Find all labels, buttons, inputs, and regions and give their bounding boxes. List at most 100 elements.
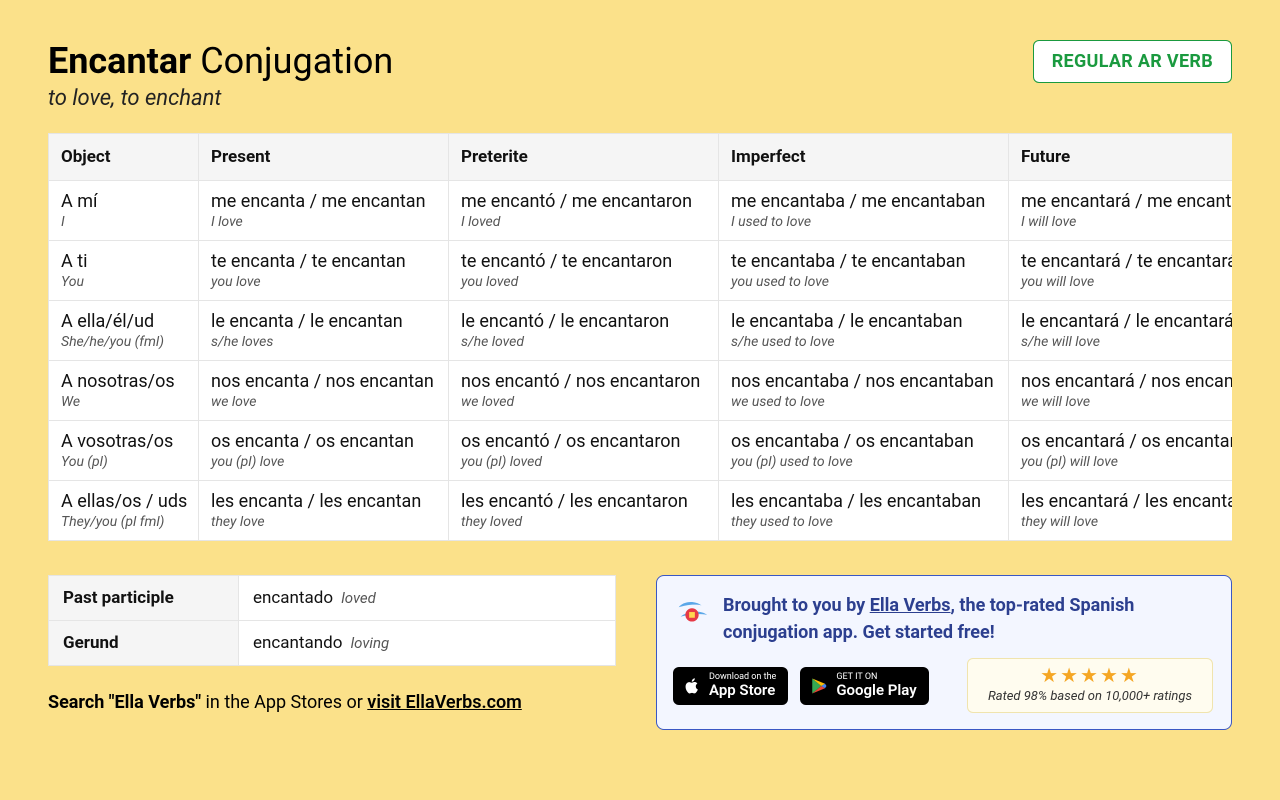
table-row: A tiYoute encanta / te encantanyou lovet… xyxy=(49,241,1233,301)
apple-icon xyxy=(683,675,701,697)
cell-secondary: You xyxy=(61,274,186,290)
cell-imperfect: les encantaba / les encantabanthey used … xyxy=(719,481,1009,541)
col-header-present: Present xyxy=(199,134,449,181)
cell-future: les encantará / les encantaránthey will … xyxy=(1009,481,1233,541)
gerund-value: encantando loving xyxy=(239,621,616,666)
cell-secondary: we loved xyxy=(461,394,706,410)
ella-verbs-link[interactable]: Ella Verbs xyxy=(870,595,951,616)
cell-secondary: We xyxy=(61,394,186,410)
cell-secondary: s/he used to love xyxy=(731,334,996,350)
cell-primary: nos encantó / nos encantaron xyxy=(461,371,706,392)
cell-primary: nos encanta / nos encantan xyxy=(211,371,436,392)
cell-primary: os encantó / os encantaron xyxy=(461,431,706,452)
play-store-big: Google Play xyxy=(836,682,916,699)
cell-object: A mí I xyxy=(49,181,199,241)
cell-primary: le encantará / le encantarán xyxy=(1021,311,1232,332)
gerund-row: Gerund encantando loving xyxy=(49,621,616,666)
cell-future: nos encantará / nos encantaránwe will lo… xyxy=(1009,361,1233,421)
cell-primary: os encanta / os encantan xyxy=(211,431,436,452)
cell-secondary: we love xyxy=(211,394,436,410)
cell-present: me encanta / me encantan I love xyxy=(199,181,449,241)
conjugation-table-container: Object Present Preterite Imperfect Futur… xyxy=(48,133,1232,541)
table-header-row: Object Present Preterite Imperfect Futur… xyxy=(49,134,1233,181)
verb-type-badge: REGULAR AR VERB xyxy=(1033,40,1232,83)
cell-primary: les encantó / les encantaron xyxy=(461,491,706,512)
table-row: A nosotras/os We nos encanta / nos encanta… xyxy=(49,361,1233,421)
cell-secondary: I used to love xyxy=(731,214,996,230)
cell-imperfect: os encantaba / os encantaban you (pl) use… xyxy=(719,421,1009,481)
cell-preterite: les encantó / les encantaronthey loved xyxy=(449,481,719,541)
table-row: A vosotras/osYou (pl)os encanta / os enc… xyxy=(49,421,1233,481)
cell-secondary: s/he loves xyxy=(211,334,436,350)
visit-ellaverbs-link[interactable]: visit EllaVerbs.com xyxy=(367,692,522,713)
cell-primary: te encantaba / te encantaban xyxy=(731,251,996,272)
verb-translation: to love, to enchant xyxy=(48,86,393,111)
cell-present: le encanta / le encantan s/he loves xyxy=(199,301,449,361)
cell-primary: os encantará / os encantarán xyxy=(1021,431,1232,452)
cell-secondary: I xyxy=(61,214,186,230)
verb-forms-table: Past participle encantado loved Gerund e… xyxy=(48,575,616,666)
cell-secondary: you (pl) loved xyxy=(461,454,706,470)
cell-object: A ellas/os / udsThey/you (pl fml) xyxy=(49,481,199,541)
cell-future: le encantará / le encantarán s/he will lo… xyxy=(1009,301,1233,361)
cell-secondary: s/he will love xyxy=(1021,334,1232,350)
cell-secondary: we used to love xyxy=(731,394,996,410)
rating-text: Rated 98% based on 10,000+ ratings xyxy=(988,689,1192,704)
google-play-icon xyxy=(810,676,828,696)
cell-preterite: te encantó / te encantaronyou loved xyxy=(449,241,719,301)
cell-preterite: me encantó / me encantaron I loved xyxy=(449,181,719,241)
cell-primary: A mí xyxy=(61,191,186,212)
table-row: A ella/él/udShe/he/you (fml)le encanta /… xyxy=(49,301,1233,361)
cell-present: nos encanta / nos encantan we love xyxy=(199,361,449,421)
cell-primary: A ella/él/ud xyxy=(61,311,186,332)
search-mid: in the App Stores or xyxy=(201,692,367,713)
cell-primary: me encantó / me encantaron xyxy=(461,191,706,212)
past-participle-row: Past participle encantado loved xyxy=(49,576,616,621)
cell-secondary: you (pl) will love xyxy=(1021,454,1232,470)
cell-secondary: I loved xyxy=(461,214,706,230)
title-suffix: Conjugation xyxy=(191,40,393,82)
col-header-preterite: Preterite xyxy=(449,134,719,181)
cell-secondary: they used to love xyxy=(731,514,996,530)
cell-primary: A nosotras/os xyxy=(61,371,186,392)
cell-secondary: they will love xyxy=(1021,514,1232,530)
ella-verbs-logo-icon xyxy=(673,594,711,632)
cell-primary: le encantó / le encantaron xyxy=(461,311,706,332)
cell-primary: A vosotras/os xyxy=(61,431,186,452)
cell-secondary: I love xyxy=(211,214,436,230)
col-header-future: Future xyxy=(1009,134,1233,181)
app-store-badge[interactable]: Download on theApp Store xyxy=(673,667,788,705)
cell-primary: me encanta / me encantan xyxy=(211,191,436,212)
cell-present: les encanta / les encantan they love xyxy=(199,481,449,541)
google-play-badge[interactable]: GET IT ONGoogle Play xyxy=(800,667,928,705)
gerund-en: loving xyxy=(351,634,390,652)
gerund-es: encantando xyxy=(253,633,342,653)
search-prefix: Search "Ella Verbs" xyxy=(48,692,201,713)
cell-present: os encanta / os encantanyou (pl) love xyxy=(199,421,449,481)
cell-primary: nos encantaba / nos encantaban xyxy=(731,371,996,392)
table-row: A míIme encanta / me encantanI loveme en… xyxy=(49,181,1233,241)
cell-secondary: you love xyxy=(211,274,436,290)
cell-primary: os encantaba / os encantaban xyxy=(731,431,996,452)
cell-secondary: s/he loved xyxy=(461,334,706,350)
cell-primary: les encanta / les encantan xyxy=(211,491,436,512)
cell-secondary: you (pl) used to love xyxy=(731,454,996,470)
cell-object: A tiYou xyxy=(49,241,199,301)
search-instruction: Search "Ella Verbs" in the App Stores or… xyxy=(48,692,616,713)
past-participle-es: encantado xyxy=(253,588,333,608)
cell-primary: me encantará / me encantarán xyxy=(1021,191,1232,212)
cell-primary: A ellas/os / uds xyxy=(61,491,186,512)
cell-secondary: they love xyxy=(211,514,436,530)
cell-secondary: you used to love xyxy=(731,274,996,290)
cell-future: me encantará / me encantaránI will love xyxy=(1009,181,1233,241)
cell-primary: le encanta / le encantan xyxy=(211,311,436,332)
rating-box: ★★★★★ Rated 98% based on 10,000+ ratings xyxy=(967,658,1213,713)
cell-present: te encanta / te encantan you love xyxy=(199,241,449,301)
cell-primary: te encanta / te encantan xyxy=(211,251,436,272)
cell-imperfect: le encantaba / le encantabans/he used to… xyxy=(719,301,1009,361)
cell-primary: me encantaba / me encantaban xyxy=(731,191,996,212)
cell-imperfect: te encantaba / te encantaban you used to … xyxy=(719,241,1009,301)
col-header-imperfect: Imperfect xyxy=(719,134,1009,181)
page-title: Encantar Conjugation xyxy=(48,40,393,82)
past-participle-en: loved xyxy=(341,589,376,607)
